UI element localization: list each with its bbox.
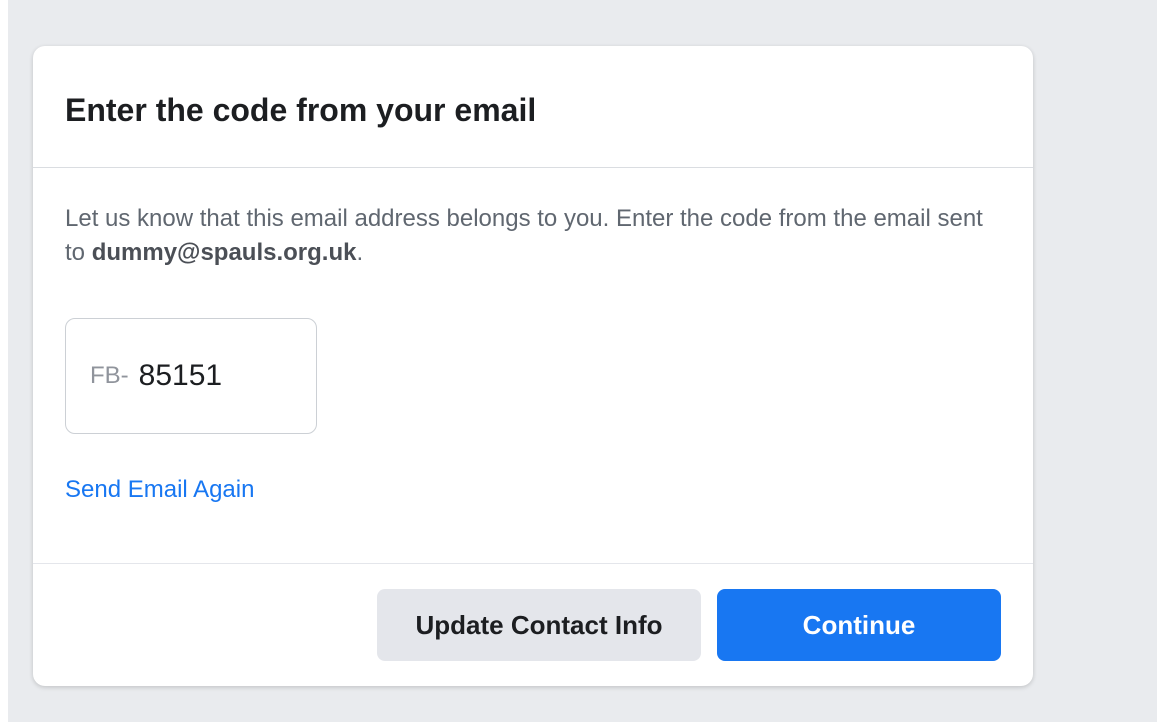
dialog-message: Let us know that this email address belo… — [65, 202, 985, 270]
send-email-again-link[interactable]: Send Email Again — [65, 476, 254, 504]
dialog-title: Enter the code from your email — [65, 92, 537, 128]
dialog-header: Enter the code from your email — [33, 46, 1033, 168]
update-contact-info-button[interactable]: Update Contact Info — [377, 589, 701, 661]
email-address: dummy@spauls.org.uk — [91, 239, 357, 266]
code-input[interactable] — [138, 359, 289, 393]
footer-divider — [33, 563, 1033, 564]
verify-email-dialog: Enter the code from your email Let us kn… — [33, 46, 1033, 686]
code-prefix: FB- — [90, 362, 129, 389]
continue-button[interactable]: Continue — [717, 589, 1001, 661]
code-field[interactable]: FB- — [65, 318, 317, 434]
message-suffix: . — [356, 239, 364, 266]
